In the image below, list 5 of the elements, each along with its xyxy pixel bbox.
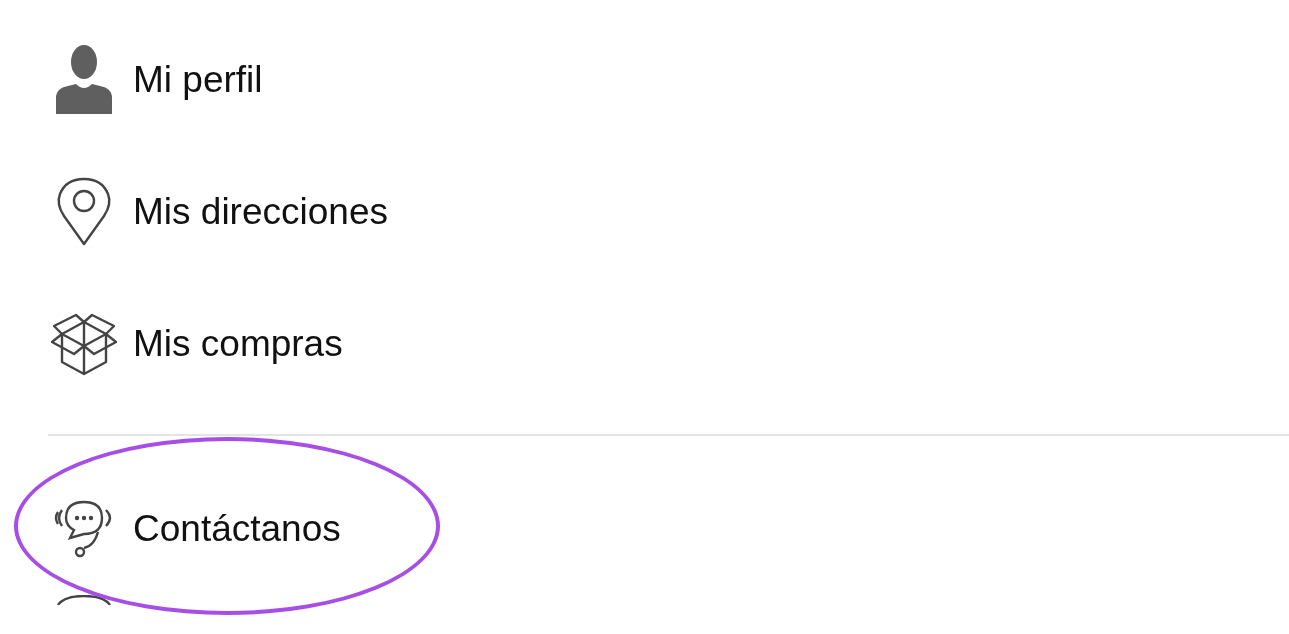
menu-item[interactable]: Mi perfil [48,14,263,146]
menu-item[interactable]: Mis direcciones [48,146,388,278]
box-icon [48,312,120,376]
menu-item[interactable]: Mis compras [48,278,343,410]
menu-item[interactable]: Contáctanos [48,463,341,595]
